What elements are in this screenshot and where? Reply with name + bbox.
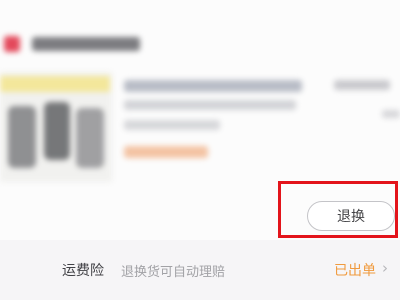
return-exchange-button[interactable]: 退换 <box>307 201 395 231</box>
price-redacted <box>334 80 390 90</box>
product-spec-redacted <box>124 120 220 130</box>
quantity-redacted <box>382 110 400 118</box>
chevron-right-icon: › <box>382 259 388 277</box>
thumbnail-figure <box>44 102 70 160</box>
product-title-redacted[interactable] <box>124 80 302 92</box>
product-spec-redacted <box>124 100 296 110</box>
thumbnail-figure <box>76 108 104 168</box>
order-detail-page: 退换 运费险 退换货可自动理赔 已出单 › <box>0 0 400 300</box>
shipping-insurance-status: 已出单 <box>334 263 376 279</box>
shipping-insurance-description: 退换货可自动理赔 <box>121 265 226 280</box>
thumbnail-figure <box>8 106 36 168</box>
shop-icon <box>4 36 20 52</box>
shipping-insurance-row[interactable]: 运费险 退换货可自动理赔 已出单 › <box>0 240 400 300</box>
promo-tag-redacted <box>124 146 208 158</box>
order-item-card: 退换 <box>0 0 400 240</box>
product-thumbnail[interactable] <box>0 72 112 182</box>
thumbnail-banner <box>0 76 110 92</box>
shipping-insurance-label: 运费险 <box>62 263 104 279</box>
shop-name-redacted <box>32 37 140 51</box>
shop-row[interactable] <box>4 34 140 54</box>
